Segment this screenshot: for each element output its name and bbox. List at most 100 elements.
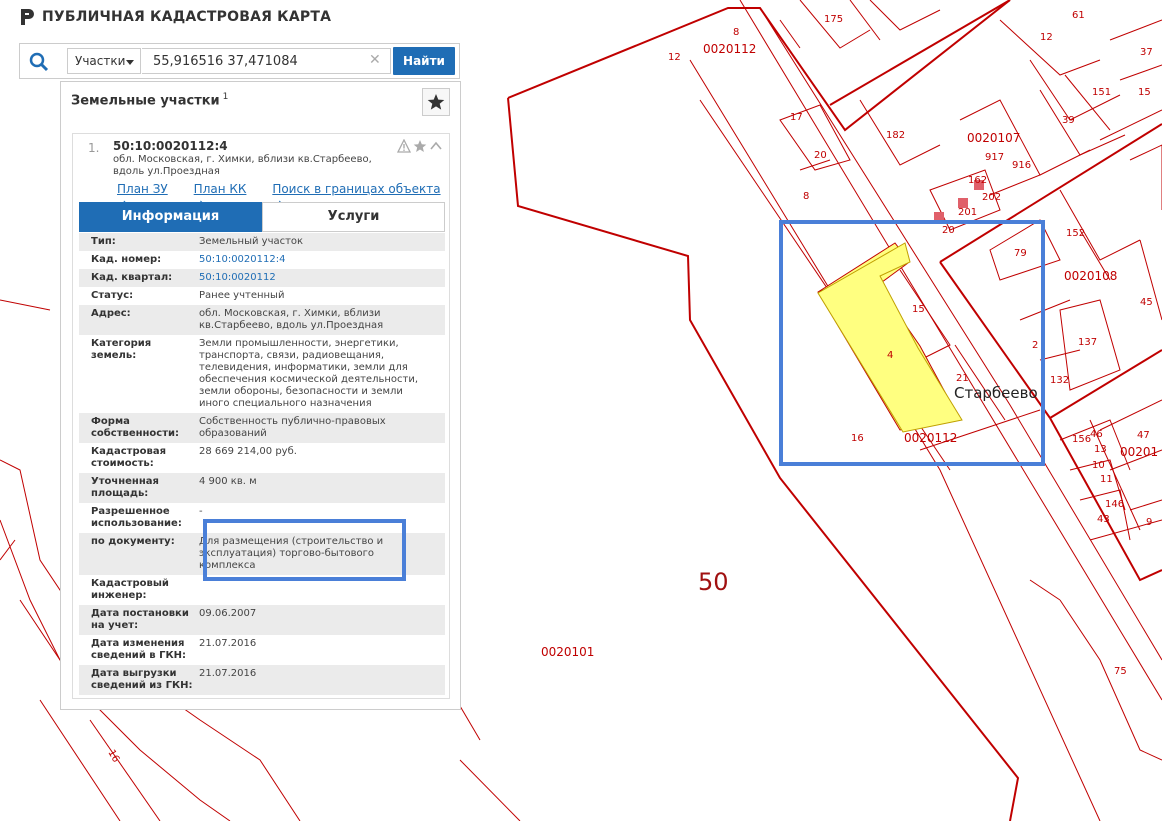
parcel-label: 75: [1114, 666, 1127, 677]
cadastral-number[interactable]: 50:10:0020112:4: [113, 139, 228, 153]
info-key: Дата выгрузки сведений из ГКН:: [91, 668, 193, 691]
parcel-label: 162: [968, 175, 987, 186]
info-key: Уточненная площадь:: [91, 476, 159, 499]
search-type-label: Участки: [75, 54, 126, 68]
parcel-label: 146: [1105, 499, 1124, 510]
info-row: Статус: Ранее учтенный: [79, 287, 445, 305]
parcel-address: обл. Московская, г. Химки, вблизи кв.Ста…: [113, 154, 372, 177]
parcel-label: 15: [912, 304, 925, 315]
info-row: Дата изменения сведений в ГКН: 21.07.2016: [79, 635, 445, 665]
info-value: 28 669 214,00 руб.: [199, 446, 297, 457]
parcel-label: 132: [1050, 375, 1069, 386]
parcel-label: 4: [887, 350, 893, 361]
info-key: Форма собственности:: [91, 416, 180, 439]
parcel-label: 10: [1092, 460, 1105, 471]
parcel-label: 79: [1014, 248, 1027, 259]
result-number: 1.: [88, 141, 100, 155]
parcel-label: 202: [982, 192, 1001, 203]
info-value: Собственность публично-правовых образова…: [199, 416, 386, 439]
info-value[interactable]: 50:10:0020112:4: [199, 254, 439, 266]
document-highlight-box: [203, 519, 406, 581]
parcel-label: 916: [1012, 160, 1031, 171]
app-title: ПУБЛИЧНАЯ КАДАСТРОВАЯ КАРТА: [42, 9, 332, 25]
info-key: Кад. квартал:: [91, 272, 173, 283]
info-row: Уточненная площадь: 4 900 кв. м: [79, 473, 445, 503]
parcel-label: 16: [851, 433, 864, 444]
parcel-label: 20: [942, 225, 955, 236]
info-value: 21.07.2016: [199, 668, 257, 679]
info-key: Тип:: [91, 236, 116, 247]
app-header: ПУБЛИЧНАЯ КАДАСТРОВАЯ КАРТА: [18, 6, 331, 28]
parcel-label: 15: [1138, 87, 1151, 98]
parcel-label: 37: [1140, 47, 1153, 58]
info-row: Форма собственности: Собственность публич…: [79, 413, 445, 443]
parcel-label: 13: [1094, 444, 1107, 455]
info-table: Тип: Земельный участок Кад. номер: 50:10:00…: [79, 233, 445, 695]
warning-icon[interactable]: [397, 139, 411, 153]
info-row: Дата выгрузки сведений из ГКН: 21.07.2016: [79, 665, 445, 695]
parcel-label: 8: [733, 27, 739, 38]
region-label: 50: [698, 568, 729, 596]
chevron-up-icon[interactable]: [429, 139, 443, 153]
info-value: 09.06.2007: [199, 608, 257, 619]
info-key: Категория земель:: [91, 338, 152, 361]
star-icon[interactable]: [413, 139, 427, 153]
info-row: Кадастровая стоимость: 28 669 214,00 руб.: [79, 443, 445, 473]
parcel-label: 61: [1072, 10, 1085, 21]
info-value: 21.07.2016: [199, 638, 257, 649]
parcel-label: 20: [814, 150, 827, 161]
parcel-label: 182: [886, 130, 905, 141]
card-actions: [397, 139, 443, 153]
tab-information[interactable]: Информация: [79, 202, 262, 232]
parcel-label: 2: [1032, 340, 1038, 351]
pkk-logo-icon: [21, 9, 34, 25]
star-icon: [427, 94, 445, 110]
card-tabs: Информация Услуги: [79, 202, 445, 232]
info-key: Кадастровый инженер:: [91, 578, 169, 601]
find-button[interactable]: Найти: [393, 47, 455, 75]
parcel-label: 17: [790, 112, 803, 123]
parcel-label: 137: [1078, 337, 1097, 348]
parcel-label: 21: [956, 373, 969, 384]
settlement-label: Старбеево: [954, 384, 1038, 402]
info-row: Категория земель: Земли промышленности, э…: [79, 335, 445, 413]
info-value: [199, 578, 439, 602]
panel-title: Земельные участки 1: [71, 92, 228, 108]
parcel-label: 46: [1090, 429, 1103, 440]
tab-services[interactable]: Услуги: [262, 202, 445, 232]
parcel-label: 12: [668, 52, 681, 63]
info-key: Адрес:: [91, 308, 131, 319]
info-key: Кадастровая стоимость:: [91, 446, 166, 469]
search-bar: Участки 55,916516 37,471084 ✕ Найти: [19, 43, 460, 79]
quarter-label: 0020107: [967, 131, 1020, 145]
chevron-down-icon: [126, 60, 134, 65]
favorites-button[interactable]: [422, 88, 450, 116]
parcel-label: 9: [1146, 517, 1152, 528]
info-value: Ранее учтенный: [199, 290, 285, 301]
info-value[interactable]: 50:10:0020112: [199, 272, 439, 284]
search-type-select[interactable]: Участки: [67, 48, 141, 74]
search-icon[interactable]: [28, 51, 50, 73]
info-key: Дата постановки на учет:: [91, 608, 189, 631]
quarter-label: 00201: [1120, 445, 1158, 459]
info-value: Земельный участок: [199, 236, 304, 247]
parcel-label: 45: [1140, 297, 1153, 308]
info-row: Кад. квартал: 50:10:0020112: [79, 269, 445, 287]
parcel-label: 11: [1100, 474, 1113, 485]
parcel-label: 12: [1040, 32, 1053, 43]
parcel-label: 43: [1097, 514, 1110, 525]
result-count: 1: [222, 92, 229, 102]
info-key: по документу:: [91, 536, 175, 547]
info-value: Земли промышленности, энергетики, трансп…: [199, 338, 419, 409]
info-row: Дата постановки на учет: 09.06.2007: [79, 605, 445, 635]
parcel-label: 175: [824, 14, 843, 25]
info-row: Тип: Земельный участок: [79, 233, 445, 251]
panel-title-text: Земельные участки: [71, 93, 220, 109]
close-icon[interactable]: ✕: [369, 52, 381, 68]
info-value: 4 900 кв. м: [199, 476, 257, 487]
info-row: Кад. номер: 50:10:0020112:4: [79, 251, 445, 269]
parcel-label: 152: [1066, 228, 1085, 239]
quarter-label: 0020108: [1064, 269, 1117, 283]
parcel-label: 39: [1062, 115, 1075, 126]
search-input[interactable]: 55,916516 37,471084: [142, 48, 391, 74]
